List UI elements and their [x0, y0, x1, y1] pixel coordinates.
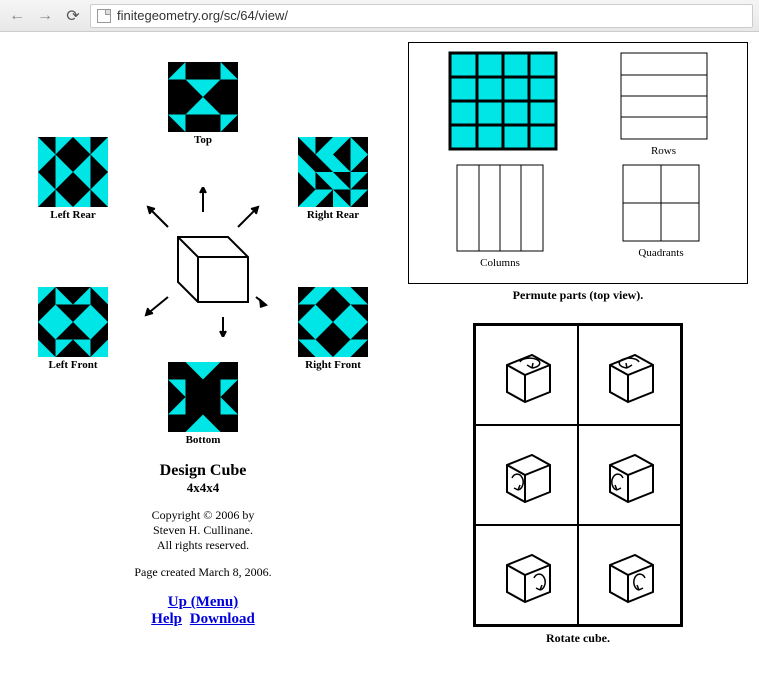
quadrants-grid-icon	[621, 163, 701, 243]
cells-grid-icon	[448, 51, 558, 151]
permute-caption: Permute parts (top view).	[408, 288, 748, 303]
rotate-left-ccw[interactable]	[475, 425, 578, 525]
page-subtitle: 4x4x4	[8, 480, 398, 496]
page-icon	[97, 9, 111, 23]
face-top-label: Top	[163, 134, 243, 146]
permute-quadrants[interactable]: Quadrants	[621, 163, 701, 269]
page-content: Top Left Rear Right Rear	[0, 32, 759, 656]
columns-grid-icon	[455, 163, 545, 253]
quadrants-label: Quadrants	[621, 247, 701, 259]
face-left-front-label: Left Front	[33, 359, 113, 371]
rotate-right-ccw[interactable]	[475, 525, 578, 625]
address-bar[interactable]: finitegeometry.org/sc/64/view/	[90, 4, 753, 28]
face-right-front[interactable]: Right Front	[293, 287, 373, 371]
copyright: Copyright © 2006 by Steven H. Cullinane.…	[8, 508, 398, 553]
face-top[interactable]: Top	[163, 62, 243, 146]
right-column: Rows Columns Quadrants	[408, 42, 748, 646]
pattern-right-rear	[298, 137, 368, 207]
permute-cells[interactable]	[448, 51, 558, 157]
rotate-top-ccw[interactable]	[475, 325, 578, 425]
face-bottom-label: Bottom	[163, 434, 243, 446]
permute-columns[interactable]: Columns	[455, 163, 545, 269]
link-up-menu[interactable]: Up (Menu)	[168, 594, 238, 611]
rotate-panel	[473, 323, 683, 627]
face-right-rear[interactable]: Right Rear	[293, 137, 373, 221]
cube-rotate-icon	[492, 440, 562, 510]
url-text: finitegeometry.org/sc/64/view/	[117, 8, 288, 23]
rows-grid-icon	[619, 51, 709, 141]
pattern-right-front	[298, 287, 368, 357]
pattern-top	[168, 62, 238, 132]
cube-rotate-icon	[595, 540, 665, 610]
pattern-bottom	[168, 362, 238, 432]
columns-label: Columns	[455, 257, 545, 269]
reload-button[interactable]: ⟳	[62, 5, 84, 27]
browser-toolbar: ← → ⟳ finitegeometry.org/sc/64/view/	[0, 0, 759, 32]
rotate-top-cw[interactable]	[578, 325, 681, 425]
rotate-left-cw[interactable]	[578, 425, 681, 525]
face-right-front-label: Right Front	[293, 359, 373, 371]
pattern-left-rear	[38, 137, 108, 207]
permute-panel: Rows Columns Quadrants	[408, 42, 748, 284]
rows-label: Rows	[619, 145, 709, 157]
link-help[interactable]: Help	[151, 611, 182, 628]
pattern-left-front	[38, 287, 108, 357]
cube-rotate-icon	[595, 340, 665, 410]
left-column: Top Left Rear Right Rear	[8, 42, 398, 646]
info-block: Design Cube 4x4x4 Copyright © 2006 by St…	[8, 462, 398, 628]
back-button[interactable]: ←	[6, 5, 28, 27]
page-date: Page created March 8, 2006.	[8, 565, 398, 580]
face-bottom[interactable]: Bottom	[163, 362, 243, 446]
face-right-rear-label: Right Rear	[293, 209, 373, 221]
forward-button[interactable]: →	[34, 5, 56, 27]
rotate-right-cw[interactable]	[578, 525, 681, 625]
face-left-rear-label: Left Rear	[33, 209, 113, 221]
cube-faces-layout: Top Left Rear Right Rear	[8, 42, 398, 442]
link-download[interactable]: Download	[190, 611, 255, 628]
face-left-front[interactable]: Left Front	[33, 287, 113, 371]
center-wireframe-cube-icon	[138, 187, 268, 337]
face-left-rear[interactable]: Left Rear	[33, 137, 113, 221]
permute-rows[interactable]: Rows	[619, 51, 709, 157]
page-title: Design Cube	[8, 462, 398, 480]
nav-links: Up (Menu) Help Download	[8, 594, 398, 628]
cube-rotate-icon	[492, 540, 562, 610]
cube-rotate-icon	[595, 440, 665, 510]
rotate-caption: Rotate cube.	[408, 631, 748, 646]
cube-rotate-icon	[492, 340, 562, 410]
